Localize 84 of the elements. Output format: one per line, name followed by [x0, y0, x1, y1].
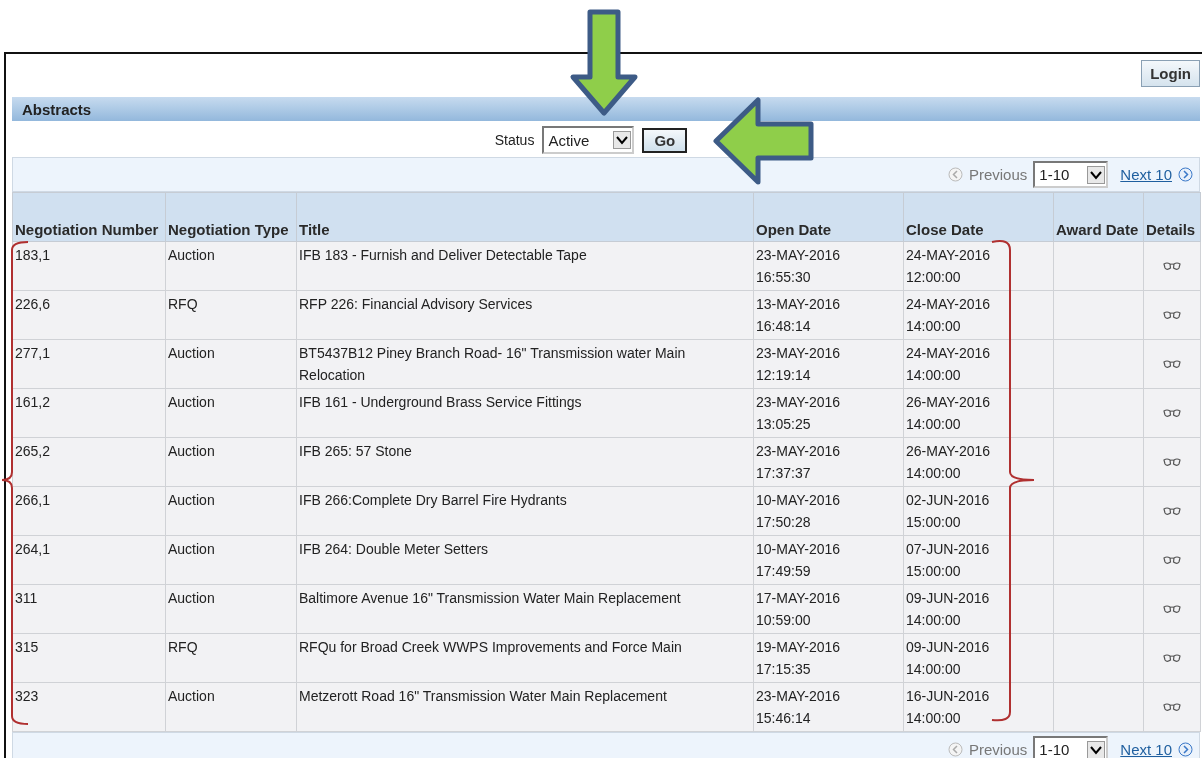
- table-cell: 23-MAY-2016 12:19:14: [753, 339, 904, 389]
- table-cell: 161,2: [12, 388, 166, 438]
- table-cell: 10-MAY-2016 17:50:28: [753, 486, 904, 536]
- previous-link[interactable]: Previous: [968, 166, 1028, 183]
- next-link[interactable]: Next 10: [1120, 741, 1172, 758]
- table-cell: 13-MAY-2016 16:48:14: [753, 290, 904, 340]
- caret-icon: [613, 131, 632, 149]
- table-cell: Auction: [165, 437, 297, 487]
- table-cell: 10-MAY-2016 17:49:59: [753, 535, 904, 585]
- column-header: Negotiation Number: [12, 192, 166, 242]
- range-dropdown[interactable]: 1-10: [1033, 161, 1109, 188]
- next-icon[interactable]: [1178, 742, 1193, 757]
- glasses-icon[interactable]: [1163, 654, 1181, 663]
- caret-icon: [1087, 165, 1106, 184]
- range-dropdown[interactable]: 1-10: [1033, 736, 1109, 758]
- table-cell: 183,1: [12, 241, 166, 291]
- table-cell: 07-JUN-2016 15:00:00: [903, 535, 1054, 585]
- table-cell: Auction: [165, 584, 297, 634]
- table-cell: 09-JUN-2016 14:00:00: [903, 633, 1054, 683]
- table-cell: RFQ: [165, 290, 297, 340]
- table-cell: IFB 265: 57 Stone: [296, 437, 754, 487]
- caret-icon: [1087, 740, 1106, 758]
- glasses-icon[interactable]: [1163, 605, 1181, 614]
- table-cell: Baltimore Avenue 16" Transmission Water Main Replacement: [296, 584, 754, 634]
- table-cell: 315: [12, 633, 166, 683]
- glasses-icon[interactable]: [1163, 507, 1181, 516]
- table-cell: Auction: [165, 486, 297, 536]
- table-cell: 23-MAY-2016 16:55:30: [753, 241, 904, 291]
- table-cell: 19-MAY-2016 17:15:35: [753, 633, 904, 683]
- column-header: Title: [296, 192, 754, 242]
- table-cell: IFB 264: Double Meter Setters: [296, 535, 754, 585]
- table-cell: 23-MAY-2016 13:05:25: [753, 388, 904, 438]
- glasses-icon[interactable]: [1163, 311, 1181, 320]
- column-header: Open Date: [753, 192, 904, 242]
- table-cell: Auction: [165, 535, 297, 585]
- glasses-icon[interactable]: [1163, 360, 1181, 369]
- table-cell: 24-MAY-2016 14:00:00: [903, 290, 1054, 340]
- table-cell: BT5437B12 Piney Branch Road- 16" Transmission water Main Relocation: [296, 339, 754, 389]
- table-cell: 264,1: [12, 535, 166, 585]
- table-cell: Metzerott Road 16" Transmission Water Main Replacement: [296, 682, 754, 732]
- previous-icon: [947, 167, 963, 182]
- table-cell: 23-MAY-2016 15:46:14: [753, 682, 904, 732]
- column-header: Negotiation Type: [165, 192, 297, 242]
- table-cell: 24-MAY-2016 14:00:00: [903, 339, 1054, 389]
- go-button[interactable]: Go: [642, 127, 688, 153]
- table-cell: 26-MAY-2016 14:00:00: [903, 437, 1054, 487]
- table-cell: 226,6: [12, 290, 166, 340]
- glasses-icon[interactable]: [1163, 409, 1181, 418]
- glasses-icon[interactable]: [1163, 458, 1181, 467]
- table-cell: 265,2: [12, 437, 166, 487]
- table-cell: RFQu for Broad Creek WWPS Improvements and Force Main: [296, 633, 754, 683]
- table-cell: 26-MAY-2016 14:00:00: [903, 388, 1054, 438]
- column-header: Close Date: [903, 192, 1054, 242]
- table-cell: 17-MAY-2016 10:59:00: [753, 584, 904, 634]
- section-title: Abstracts: [22, 100, 92, 118]
- table-cell: 16-JUN-2016 14:00:00: [903, 682, 1054, 732]
- column-header: Award Date: [1053, 192, 1144, 242]
- glasses-icon[interactable]: [1163, 703, 1181, 712]
- table-cell: Auction: [165, 241, 297, 291]
- table-cell: IFB 161 - Underground Brass Service Fittings: [296, 388, 754, 438]
- table-cell: 311: [12, 584, 166, 634]
- table-cell: Auction: [165, 339, 297, 389]
- table-cell: IFB 183 - Furnish and Deliver Detectable Tape: [296, 241, 754, 291]
- table-cell: 266,1: [12, 486, 166, 536]
- table-cell: 24-MAY-2016 12:00:00: [903, 241, 1054, 291]
- table-cell: RFQ: [165, 633, 297, 683]
- next-link[interactable]: Next 10: [1120, 166, 1172, 183]
- column-header: Details: [1143, 192, 1201, 242]
- table-cell: 277,1: [12, 339, 166, 389]
- table-cell: 09-JUN-2016 14:00:00: [903, 584, 1054, 634]
- login-button[interactable]: Login: [1141, 60, 1200, 87]
- table-cell: Auction: [165, 388, 297, 438]
- status-label: Status: [494, 132, 535, 148]
- glasses-icon[interactable]: [1163, 262, 1181, 271]
- next-icon[interactable]: [1178, 167, 1193, 182]
- glasses-icon[interactable]: [1163, 556, 1181, 565]
- table-cell: IFB 266:Complete Dry Barrel Fire Hydrants: [296, 486, 754, 536]
- table-cell: RFP 226: Financial Advisory Services: [296, 290, 754, 340]
- table-cell: 02-JUN-2016 15:00:00: [903, 486, 1054, 536]
- table-cell: 23-MAY-2016 17:37:37: [753, 437, 904, 487]
- table-cell: 323: [12, 682, 166, 732]
- previous-link[interactable]: Previous: [968, 741, 1028, 758]
- status-dropdown[interactable]: Active: [542, 126, 635, 154]
- table-cell: Auction: [165, 682, 297, 732]
